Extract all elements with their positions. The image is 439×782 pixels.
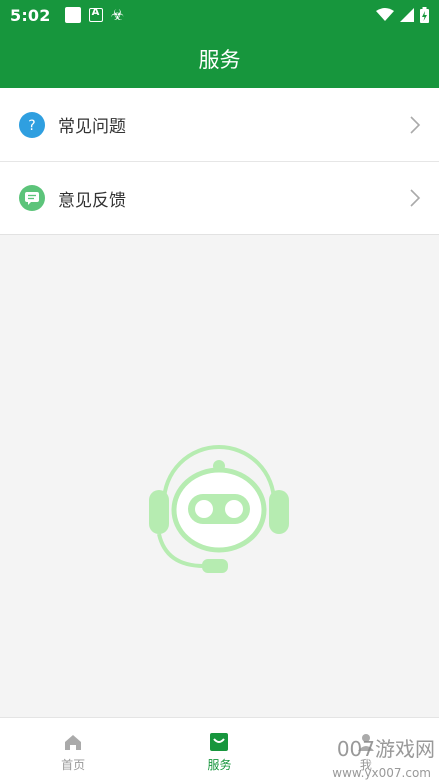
service-menu: ? 常见问题 意见反馈 — [0, 88, 439, 235]
battery-icon — [420, 7, 429, 23]
menu-item-feedback[interactable]: 意见反馈 — [0, 161, 439, 234]
robot-mascot-icon — [149, 445, 289, 573]
status-notification-icons: ☣ — [64, 6, 125, 24]
watermark-url: www.yx007.com — [332, 766, 431, 780]
tab-label: 服务 — [207, 758, 232, 772]
watermark-text: 007游戏网 — [336, 737, 435, 761]
menu-item-label: 意见反馈 — [58, 190, 126, 211]
tab-home[interactable]: 首页 — [0, 718, 146, 782]
chevron-right-icon — [410, 115, 421, 134]
tab-label: 首页 — [61, 758, 86, 772]
question-icon: ? — [19, 111, 45, 138]
notification-square-icon — [64, 7, 81, 23]
wifi-icon — [376, 8, 394, 21]
a-app-icon — [88, 7, 103, 22]
chevron-right-icon — [410, 189, 421, 207]
status-time: 5:02 — [10, 5, 51, 25]
status-system-icons — [376, 7, 429, 23]
tab-service[interactable]: 服务 — [146, 718, 292, 782]
signal-icon — [400, 8, 414, 22]
feedback-icon — [19, 185, 45, 211]
app-header: 服务 — [0, 30, 439, 88]
shopping-bag-icon — [210, 733, 229, 751]
svg-text:?: ? — [28, 118, 35, 133]
home-icon — [65, 735, 82, 750]
page-title: 服务 — [198, 48, 241, 72]
status-bar: 5:02 ☣ — [0, 0, 439, 30]
bug-app-icon: ☣ — [110, 6, 125, 24]
menu-item-label: 常见问题 — [58, 117, 126, 137]
menu-item-faq[interactable]: ? 常见问题 — [0, 88, 439, 161]
